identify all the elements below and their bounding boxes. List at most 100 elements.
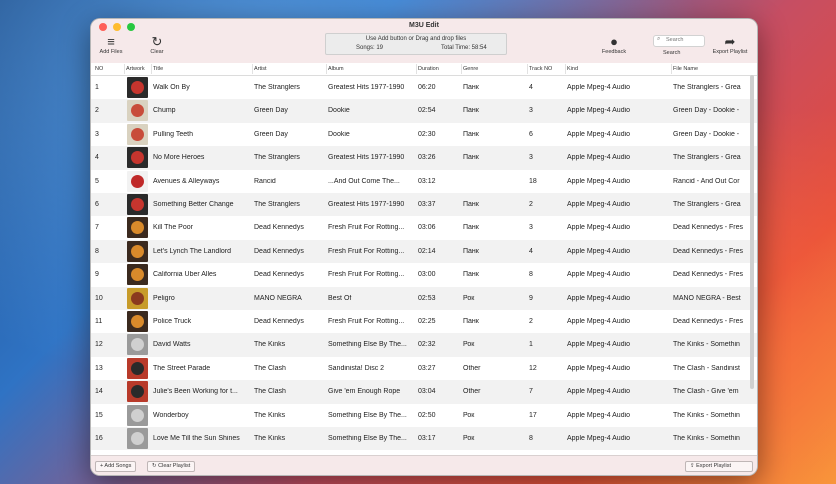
window-title: M3U Edit xyxy=(409,22,439,29)
cell-kind: Apple Mpeg-4 Audio xyxy=(567,84,631,91)
cell-file: Green Day - Dookie - xyxy=(673,130,740,138)
cell-file: The Stranglers - Grea xyxy=(673,201,741,208)
cell-file: Dead Kennedys - Fres xyxy=(673,224,744,232)
cell-no: 9 xyxy=(95,271,99,279)
cell-title: Wonderboy xyxy=(153,411,189,419)
table-row[interactable]: 3 Pulling Teeth Green Day Dookie 02:30 Панк 6 A… xyxy=(91,123,757,146)
table-row[interactable]: 14 Julie's Been Working for t... The Clash… xyxy=(91,380,757,404)
album-artwork xyxy=(127,381,148,403)
cell-file: Dead Kennedys - Fres xyxy=(673,247,744,255)
table-row[interactable]: 15 Wonderboy The Kinks Something Else By Th… xyxy=(91,404,757,427)
cell-genre: Other xyxy=(463,364,481,372)
cell-track: 2 xyxy=(529,318,533,325)
search-field[interactable]: ⌕ xyxy=(653,35,705,47)
playlist-table: NO Artwork Title Artist Album Duration Genre Tr… xyxy=(91,63,757,455)
cell-no: 13 xyxy=(95,364,103,372)
cell-file: The Kinks - Somethin xyxy=(673,435,740,442)
cell-title: Love Me Till the Sun Shines xyxy=(153,435,240,442)
table-row[interactable]: 7 Kill The Poor Dead Kennedys Fresh Fruit F… xyxy=(91,216,757,239)
artwork-motif xyxy=(131,432,144,445)
cell-kind: Apple Mpeg-4 Audio xyxy=(567,294,631,302)
column-divider xyxy=(151,64,152,74)
column-header[interactable]: Duration xyxy=(418,66,439,72)
cell-kind: Apple Mpeg-4 Audio xyxy=(567,411,631,419)
table-row[interactable]: 2 Chump Green Day Dookie 02:54 Панк 3 Apple Mpe… xyxy=(91,99,757,123)
cell-no: 1 xyxy=(95,84,99,91)
bottom-export-button[interactable]: ⇪ Export Playlist xyxy=(685,461,753,472)
cell-kind: Apple Mpeg-4 Audio xyxy=(567,271,631,279)
search-input[interactable] xyxy=(666,37,700,43)
cell-duration: 03:12 xyxy=(418,177,436,185)
column-header[interactable]: Album xyxy=(328,66,344,72)
cell-artist: Dead Kennedys xyxy=(254,318,304,325)
cell-file: Green Day - Dookie - xyxy=(673,107,740,115)
table-row[interactable]: 10 Peligro MANO NEGRA Best Of 02:53 Рок 9 Apple… xyxy=(91,286,757,310)
cell-title: Chump xyxy=(153,107,176,115)
table-row[interactable]: 4 No More Heroes The Stranglers Greatest Hi… xyxy=(91,146,757,170)
cell-album: Dookie xyxy=(328,107,350,115)
cell-artist: MANO NEGRA xyxy=(254,294,302,302)
column-header[interactable]: NO xyxy=(95,66,103,72)
cell-duration: 03:17 xyxy=(418,435,436,442)
table-row[interactable]: 8 Let's Lynch The Landlord Dead Kennedys Fr… xyxy=(91,239,757,264)
column-header[interactable]: File Name xyxy=(673,66,698,72)
column-header[interactable]: Title xyxy=(153,66,163,72)
cell-track: 8 xyxy=(529,435,533,442)
feedback-button[interactable]: ● Feedback xyxy=(597,35,631,56)
cell-album: Something Else By The... xyxy=(328,341,407,349)
cell-file: The Kinks - Somethin xyxy=(673,341,740,349)
cell-no: 5 xyxy=(95,177,99,185)
table-row[interactable]: 12 David Watts The Kinks Something Else By … xyxy=(91,333,757,357)
column-header[interactable]: Artist xyxy=(254,66,267,72)
vertical-scrollbar[interactable] xyxy=(750,75,754,389)
cell-track: 4 xyxy=(529,247,533,255)
cell-kind: Apple Mpeg-4 Audio xyxy=(567,318,631,325)
cell-duration: 02:50 xyxy=(418,411,436,419)
cell-kind: Apple Mpeg-4 Audio xyxy=(567,341,631,349)
cell-title: Avenues & Alleyways xyxy=(153,177,220,185)
artwork-motif xyxy=(131,174,144,188)
column-header[interactable]: Artwork xyxy=(126,66,145,72)
add-songs-button[interactable]: + Add Songs xyxy=(95,461,137,472)
album-artwork xyxy=(127,404,148,426)
cell-album: ...And Out Come The... xyxy=(328,177,400,185)
table-row[interactable]: 9 California Uber Alles Dead Kennedys Fresh… xyxy=(91,263,757,286)
cell-no: 12 xyxy=(95,341,103,349)
cell-album: Dookie xyxy=(328,130,350,138)
cell-genre: Панк xyxy=(463,154,479,162)
table-row[interactable]: 1 Walk On By The Stranglers Greatest Hits 1… xyxy=(91,76,757,99)
table-row[interactable]: 5 Avenues & Alleyways Rancid ...And Out Com… xyxy=(91,170,757,193)
cell-track: 8 xyxy=(529,271,533,279)
cell-no: 10 xyxy=(95,294,103,302)
cell-artist: Dead Kennedys xyxy=(254,271,304,279)
cell-kind: Apple Mpeg-4 Audio xyxy=(567,247,631,255)
artwork-motif xyxy=(131,408,144,422)
column-header[interactable]: Track NO xyxy=(529,66,552,72)
add-files-button[interactable]: ≡ Add Files xyxy=(95,35,127,56)
album-artwork xyxy=(127,170,148,192)
export-playlist-button[interactable]: ➦ Export Playlist xyxy=(707,35,753,56)
cell-file: Rancid - And Out Cor xyxy=(673,177,740,185)
cell-duration: 02:14 xyxy=(418,247,436,255)
cell-file: Dead Kennedys - Fres xyxy=(673,271,744,279)
table-row[interactable]: 6 Something Better Change The Stranglers Gr… xyxy=(91,193,757,217)
clear-playlist-button[interactable]: ↻ Clear Playlist xyxy=(147,461,196,472)
artwork-motif xyxy=(131,81,144,94)
cell-genre: Рок xyxy=(463,435,475,442)
cell-album: Sandinista! Disc 2 xyxy=(328,364,385,372)
column-header[interactable]: Genre xyxy=(463,66,478,72)
cell-album: Best Of xyxy=(328,294,352,302)
cell-duration: 03:04 xyxy=(418,388,436,396)
cell-duration: 03:37 xyxy=(418,201,436,208)
cell-genre: Рок xyxy=(463,341,475,349)
table-row[interactable]: 16 Love Me Till the Sun Shines The Kinks So… xyxy=(91,427,757,451)
cell-track: 12 xyxy=(529,364,537,372)
table-row[interactable]: 13 The Street Parade The Clash Sandinista! … xyxy=(91,357,757,380)
bottom-export-label: Export Playlist xyxy=(696,463,731,469)
cell-title: The Street Parade xyxy=(153,364,211,372)
column-header[interactable]: Kind xyxy=(567,66,578,72)
clear-button[interactable]: ↻ Clear xyxy=(141,35,173,56)
cell-track: 9 xyxy=(529,294,533,302)
cell-genre: Панк xyxy=(463,107,479,115)
table-row[interactable]: 11 Police Truck Dead Kennedys Fresh Fruit F… xyxy=(91,310,757,333)
